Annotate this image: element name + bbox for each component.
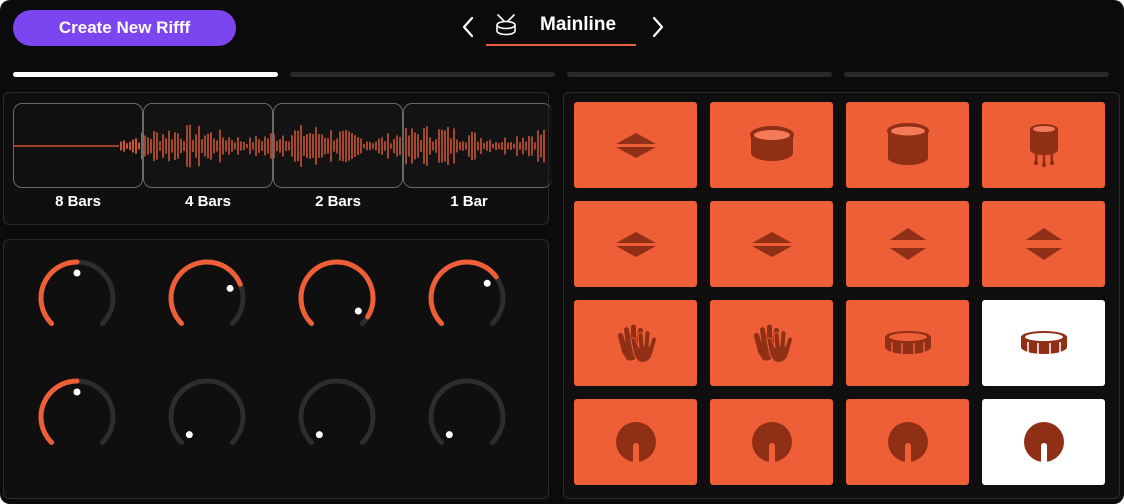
chevron-right-icon [652, 16, 664, 38]
pad-2[interactable] [710, 102, 833, 188]
pad-4[interactable] [982, 102, 1105, 188]
knob-indicator [354, 307, 362, 315]
knob-indicator [445, 431, 453, 439]
create-new-rifff-button[interactable]: Create New Rifff [13, 10, 236, 46]
knob-indicator [73, 388, 81, 396]
floor-tom-icon [1027, 122, 1061, 168]
pad-9[interactable] [574, 300, 697, 386]
kit-name: Mainline [540, 14, 617, 35]
knob-indicator [483, 279, 491, 287]
pad-11[interactable] [846, 300, 969, 386]
knob-dial [428, 378, 506, 445]
pad-14[interactable] [710, 399, 833, 485]
pad-5[interactable] [574, 201, 697, 287]
knob-length[interactable] [162, 255, 252, 355]
loop-label: 4 Bars [185, 193, 231, 210]
knob-level[interactable] [422, 255, 512, 355]
knob-unlabeled[interactable] [292, 374, 382, 474]
knob-reverb[interactable] [422, 374, 512, 474]
loop-1-bar[interactable] [403, 103, 552, 188]
drum-icon [748, 125, 796, 165]
snare-icon [1018, 328, 1070, 358]
pad-1[interactable] [574, 102, 697, 188]
knob-pitch[interactable] [32, 255, 122, 355]
pad-7[interactable] [846, 201, 969, 287]
pad-15[interactable] [846, 399, 969, 485]
knob-indicator [185, 431, 193, 439]
kick-icon [614, 420, 658, 464]
loop-8-bars[interactable] [13, 103, 143, 188]
split-diamond-icon [886, 223, 930, 265]
kick-icon [886, 420, 930, 464]
chevron-left-icon [462, 16, 474, 38]
knob-indicator [315, 431, 323, 439]
knob-speed[interactable] [162, 374, 252, 474]
tall-drum-icon [885, 122, 931, 168]
knob-tone[interactable] [292, 255, 382, 355]
loop-label: 8 Bars [55, 193, 101, 210]
diamond-icon [614, 229, 658, 259]
kick-icon [1022, 420, 1066, 464]
loop-label: 2 Bars [315, 193, 361, 210]
snare-icon [882, 328, 934, 358]
kit-title[interactable]: Mainline [486, 6, 636, 46]
split-diamond-icon [1022, 223, 1066, 265]
diamond-icon [750, 229, 794, 259]
diamond-icon [614, 130, 658, 160]
pad-12[interactable] [982, 300, 1105, 386]
clap-icon [614, 322, 658, 364]
pad-16[interactable] [982, 399, 1105, 485]
loop-4-bars[interactable] [143, 103, 273, 188]
pad-3[interactable] [846, 102, 969, 188]
tab-1[interactable] [13, 72, 278, 77]
knob-bounce[interactable] [32, 374, 122, 474]
pad-8[interactable] [982, 201, 1105, 287]
knob-dial [38, 259, 116, 326]
knob-dial [298, 259, 376, 326]
knob-dial [38, 378, 116, 445]
knob-dial [428, 259, 506, 326]
previous-kit-button[interactable] [456, 12, 480, 42]
kit-selector: Mainline [450, 6, 670, 48]
kick-icon [750, 420, 794, 464]
loop-label: 1 Bar [450, 193, 488, 210]
knob-dial [168, 259, 246, 326]
knob-dial [168, 378, 246, 445]
tab-3[interactable] [567, 72, 832, 77]
app-window: Create New Rifff Mainline 8 Bars 4 Bars [0, 0, 1124, 504]
knob-indicator [73, 269, 81, 277]
tab-2[interactable] [290, 72, 555, 77]
next-kit-button[interactable] [646, 12, 670, 42]
pad-10[interactable] [710, 300, 833, 386]
knob-dial [298, 378, 376, 445]
clap-icon [750, 322, 794, 364]
pad-13[interactable] [574, 399, 697, 485]
loop-2-bars[interactable] [273, 103, 403, 188]
drum-icon [496, 14, 516, 36]
tab-4[interactable] [844, 72, 1109, 77]
knob-indicator [226, 284, 234, 292]
pad-6[interactable] [710, 201, 833, 287]
